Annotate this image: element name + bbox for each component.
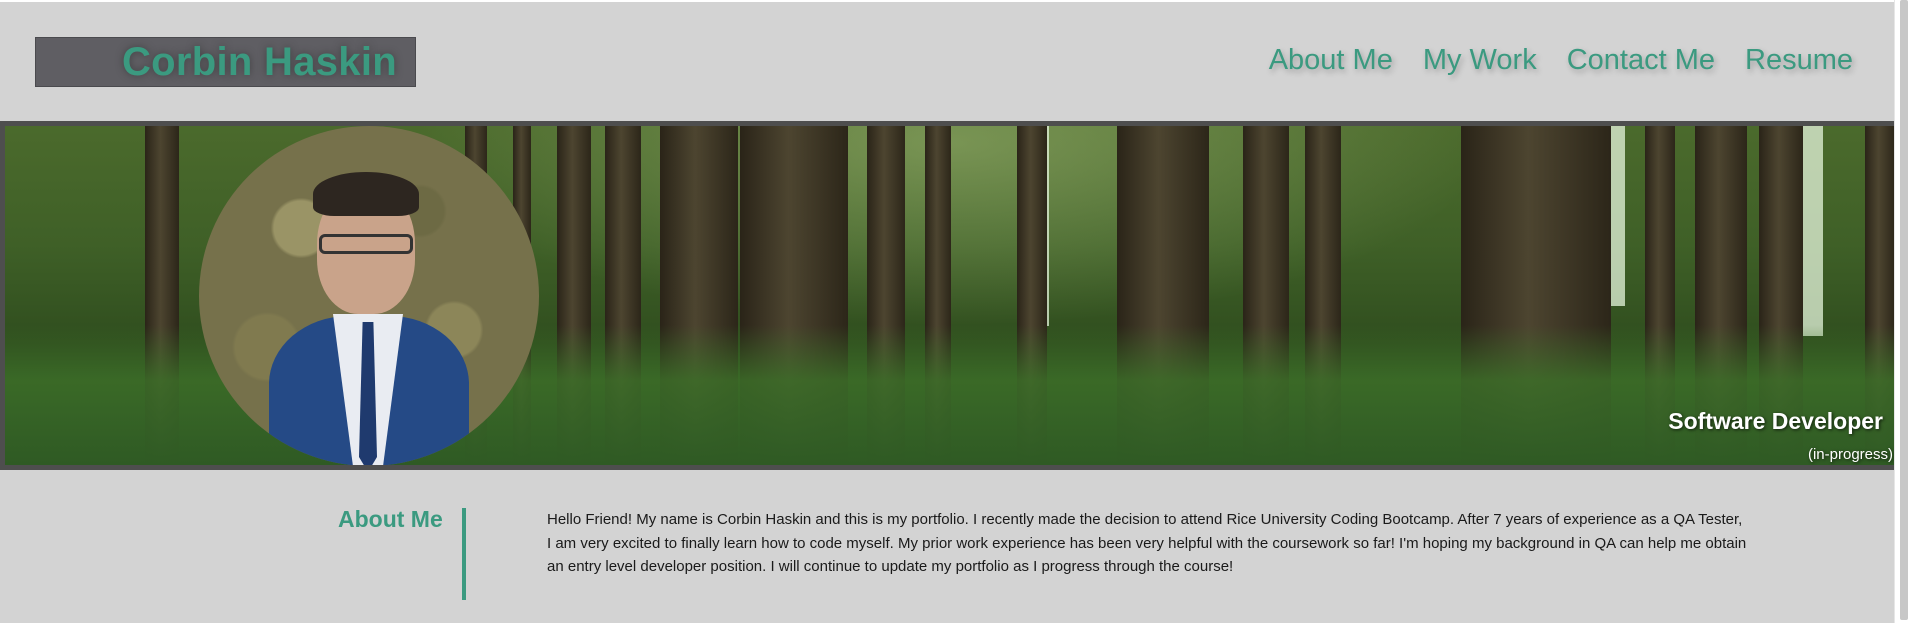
nav-link-my-work[interactable]: My Work	[1423, 44, 1537, 77]
vertical-scrollbar[interactable]	[1894, 0, 1911, 623]
about-body-text: Hello Friend! My name is Corbin Haskin a…	[547, 511, 1747, 575]
main-nav: About Me My Work Contact Me Resume	[1269, 44, 1853, 77]
forest-background-image: Software Developer (in-progress)	[5, 126, 1895, 465]
site-logo-name: Corbin Haskin	[121, 39, 397, 84]
nav-link-resume[interactable]: Resume	[1745, 44, 1853, 77]
nav-link-about-me[interactable]: About Me	[1269, 44, 1393, 77]
hero-title: Software Developer	[1668, 408, 1883, 434]
hero-banner: Software Developer (in-progress)	[0, 121, 1900, 470]
avatar-hair	[313, 172, 419, 216]
about-heading: About Me	[338, 506, 443, 532]
nav-link-contact-me[interactable]: Contact Me	[1567, 44, 1715, 77]
avatar-glasses	[319, 234, 413, 254]
profile-avatar	[199, 126, 539, 465]
logo-banner: Corbin Haskin	[35, 37, 416, 87]
hero-subtitle: (in-progress)	[1807, 446, 1893, 463]
about-divider	[462, 508, 466, 600]
site-header: Corbin Haskin About Me My Work Contact M…	[0, 2, 1895, 121]
about-section: About Me Hello Friend! My name is Corbin…	[0, 470, 1895, 623]
scrollbar-thumb[interactable]	[1900, 0, 1908, 620]
